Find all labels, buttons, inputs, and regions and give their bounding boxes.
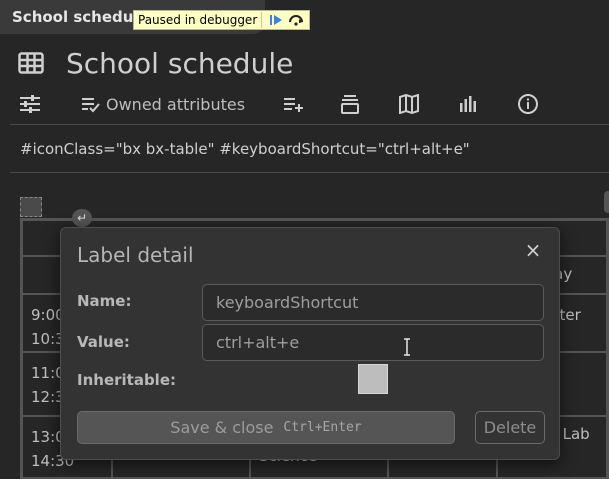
owned-attributes-label: Owned attributes [106,94,246,114]
debugger-text: Paused in debugger [138,13,258,27]
name-field-value: keyboardShortcut [216,293,359,312]
step-over-icon[interactable] [286,12,306,28]
stack-icon[interactable] [340,93,360,115]
bar-chart-icon[interactable] [459,93,477,115]
add-attribute-icon[interactable] [282,93,304,115]
name-field[interactable]: keyboardShortcut [202,284,544,321]
tab-title: School schedule [12,8,136,26]
name-label: Name: [77,292,132,310]
note-title-row: School schedule [18,45,293,81]
owned-attributes-icon [82,98,100,113]
table-frame-handle[interactable] [20,197,42,217]
resize-handle[interactable] [604,191,609,213]
value-field-value: ctrl+alt+e [216,333,300,352]
resume-icon[interactable] [266,12,286,28]
close-icon[interactable]: × [523,240,543,260]
table-icon[interactable] [18,52,44,74]
delete-button[interactable]: Delete [475,411,545,444]
ribbon-divider [10,124,609,125]
inheritable-label: Inheritable: [77,371,176,389]
save-close-label: Save & close [170,418,274,437]
save-close-button[interactable]: Save & close Ctrl+Enter [77,411,455,444]
debugger-separator [261,12,263,28]
enter-icon[interactable]: ↵ [72,209,92,227]
attributes-divider [10,172,609,173]
dialog-title: Label detail [77,243,194,267]
inheritable-checkbox[interactable] [358,364,388,394]
debugger-banner: Paused in debugger [133,10,310,30]
value-label: Value: [77,333,130,351]
attributes-text[interactable]: #iconClass="bx bx-table" #keyboardShortc… [20,140,470,158]
sliders-icon[interactable] [18,93,42,115]
info-icon[interactable] [517,93,539,115]
value-field[interactable]: ctrl+alt+e [202,324,544,361]
map-icon[interactable] [398,93,420,115]
ribbon: Owned attributes [18,93,588,117]
save-close-shortcut: Ctrl+Enter [283,420,362,435]
text-cursor-icon [404,338,410,356]
owned-attributes-tab[interactable]: Owned attributes [80,93,245,115]
note-title[interactable]: School schedule [66,47,293,80]
label-detail-dialog: Label detail × Name: keyboardShortcut Va… [60,227,560,460]
